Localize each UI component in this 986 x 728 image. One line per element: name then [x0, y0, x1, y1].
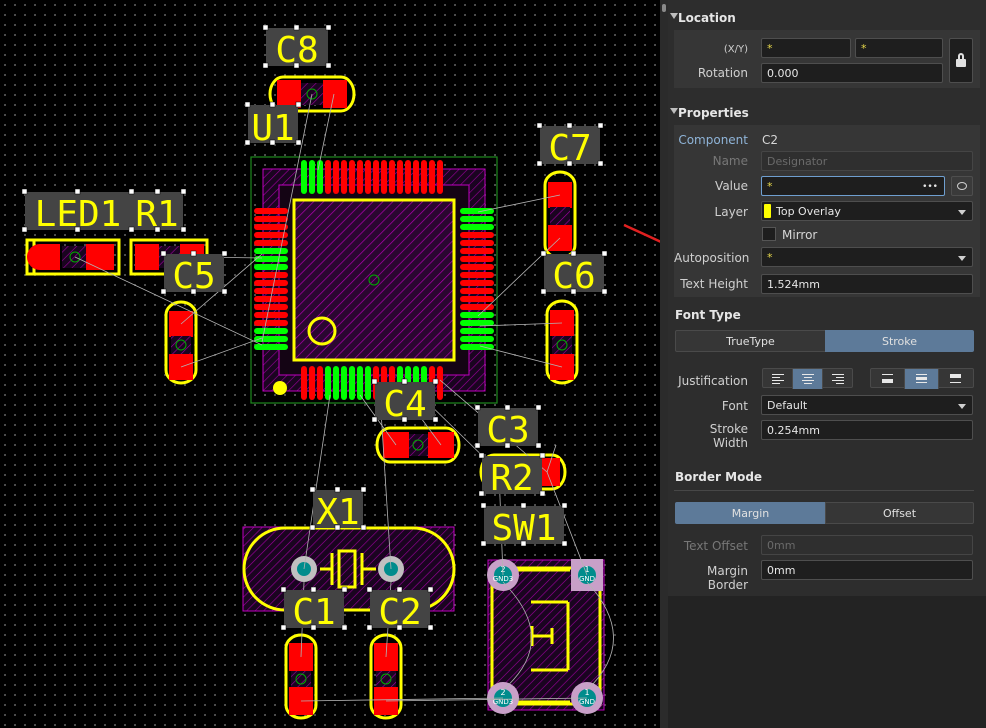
align-bottom-icon — [882, 374, 893, 383]
u1-pin1-dot — [273, 381, 287, 395]
border-mode-divider — [674, 490, 974, 491]
designator-r2-text: R2 — [490, 458, 533, 499]
justification-horizontal-group — [762, 368, 853, 389]
value-label: Value — [715, 179, 748, 193]
margin-button[interactable]: Margin — [675, 502, 826, 524]
text-offset-label: Text Offset — [683, 539, 748, 553]
layer-select[interactable]: Top Overlay — [761, 201, 973, 221]
lock-button[interactable] — [949, 38, 973, 83]
mirror-checkbox[interactable] — [762, 227, 776, 241]
canvas-scrollbar-thumb[interactable] — [662, 4, 666, 12]
stroke-button[interactable]: Stroke — [825, 330, 974, 352]
chevron-down-icon — [958, 256, 966, 261]
text-offset-field: 0mm — [761, 535, 973, 555]
pcb-canvas[interactable]: 2 GND3 1 GND 2 GND3 1 GND C8 U1 C7 LED1 … — [0, 0, 660, 728]
name-label: Name — [712, 154, 748, 168]
canvas-scrollbar[interactable] — [660, 0, 668, 728]
align-middle-button[interactable] — [905, 369, 939, 389]
properties-section-header[interactable]: Properties — [668, 103, 986, 123]
eye-icon — [957, 182, 967, 190]
u1-body[interactable] — [292, 198, 456, 362]
component-value: C2 — [762, 133, 779, 147]
value-more-icon[interactable]: ••• — [922, 177, 938, 197]
margin-border-label: Margin Border — [707, 564, 748, 592]
align-center-icon — [802, 374, 814, 386]
panel-bottom-area — [668, 596, 986, 728]
xy-label: (X/Y) — [723, 44, 748, 55]
border-mode-title: Border Mode — [675, 470, 763, 484]
text-height-field[interactable]: 1.524mm — [761, 274, 973, 294]
properties-panel: Location (X/Y) * * Rotation 0.000 Proper… — [668, 0, 986, 728]
align-top-icon — [950, 374, 961, 383]
c4-footprint[interactable] — [375, 426, 461, 464]
justification-vertical-group — [870, 368, 974, 389]
align-left-icon — [772, 374, 784, 386]
truetype-button[interactable]: TrueType — [675, 330, 826, 352]
led1-footprint[interactable] — [25, 238, 121, 276]
location-title: Location — [678, 11, 736, 25]
collapse-triangle-icon — [670, 13, 678, 19]
align-bottom-button[interactable] — [871, 369, 905, 389]
align-top-button[interactable] — [939, 369, 973, 389]
c6-footprint[interactable] — [545, 299, 579, 385]
stroke-width-field[interactable]: 0.254mm — [761, 420, 973, 440]
value-field-text: * — [767, 180, 773, 193]
font-select[interactable]: Default — [761, 395, 973, 415]
layer-color-swatch — [764, 204, 771, 218]
rotation-field[interactable]: 0.000 — [761, 63, 943, 83]
rotation-label: Rotation — [697, 66, 748, 80]
sw1-pad-1-top-net: GND — [579, 575, 595, 583]
sw1-pad-2-bot-num: 2 — [500, 688, 505, 697]
align-center-button[interactable] — [793, 369, 823, 389]
sw1-pad-2-top-net: GND3 — [493, 575, 514, 583]
location-section-header[interactable]: Location — [668, 8, 986, 28]
c2-footprint[interactable] — [369, 633, 403, 720]
properties-title: Properties — [678, 106, 749, 120]
designator-r2[interactable]: R2 — [482, 456, 542, 499]
offset-button[interactable]: Offset — [825, 502, 974, 524]
mirror-label: Mirror — [782, 228, 818, 242]
sw1-pad-1-bot-num: 1 — [584, 688, 589, 697]
font-select-value: Default — [767, 399, 808, 412]
c5-footprint[interactable] — [164, 300, 198, 385]
y-field[interactable]: * — [855, 38, 943, 58]
font-label: Font — [721, 399, 748, 413]
chevron-down-icon — [958, 404, 966, 409]
autoposition-select-value: * — [767, 251, 773, 264]
value-visibility-button[interactable] — [951, 176, 973, 196]
align-right-button[interactable] — [823, 369, 853, 389]
autoposition-label: Autoposition — [674, 251, 750, 265]
text-height-label: Text Height — [680, 277, 748, 291]
value-field[interactable]: * ••• — [761, 176, 945, 196]
autoposition-select[interactable]: * — [761, 247, 973, 267]
x-field[interactable]: * — [761, 38, 851, 58]
justification-label: Justification — [678, 374, 748, 388]
collapse-triangle-icon — [670, 108, 678, 114]
layer-select-value: Top Overlay — [776, 205, 841, 218]
font-type-title: Font Type — [675, 308, 741, 322]
margin-border-field[interactable]: 0mm — [761, 560, 973, 580]
chevron-down-icon — [958, 210, 966, 215]
name-field: Designator — [761, 151, 973, 171]
layer-label: Layer — [714, 205, 748, 219]
align-middle-icon — [916, 374, 927, 383]
align-right-icon — [832, 374, 844, 386]
align-left-button[interactable] — [763, 369, 793, 389]
lock-icon — [956, 53, 966, 67]
c7-footprint[interactable] — [543, 170, 577, 260]
stroke-width-label: Stroke Width — [709, 422, 748, 450]
sw1-pad-1-bot-net: GND — [579, 698, 595, 706]
component-label: Component — [678, 133, 748, 147]
